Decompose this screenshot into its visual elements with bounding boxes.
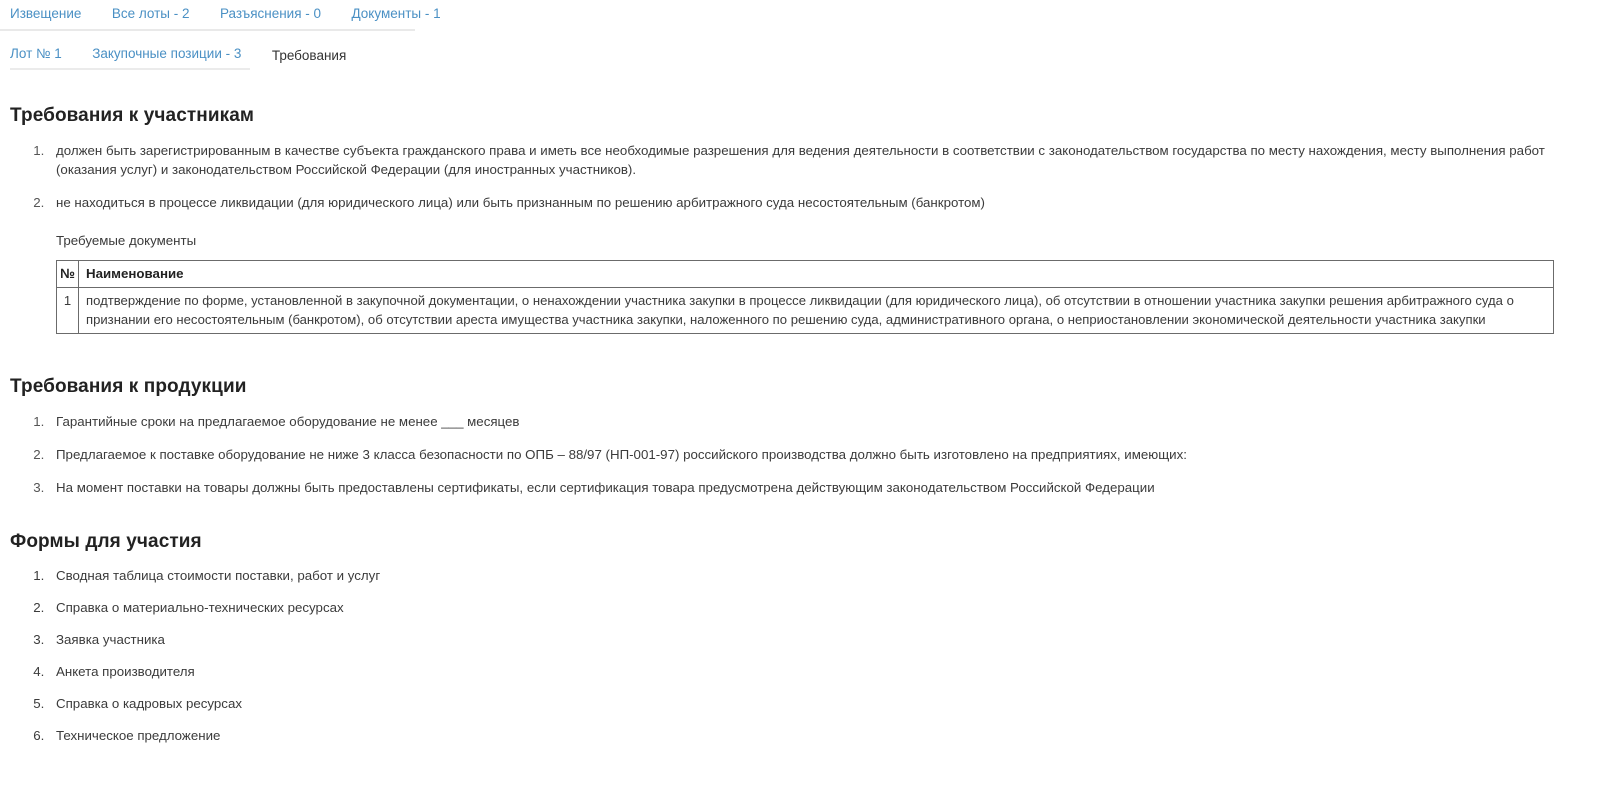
secondary-divider-line (10, 68, 250, 70)
primary-tabbar: Извещение Все лоты - 2 Разъяснения - 0 Д… (0, 0, 1600, 28)
required-documents-table-wrap: № Наименование 1 подтверждение по форме,… (56, 260, 1588, 334)
secondary-tabbar: Лот № 1 Закупочные позиции - 3 Требовани… (0, 31, 1600, 68)
list-item: Гарантийные сроки на предлагаемое оборуд… (48, 412, 1588, 431)
page-content: Требования к участникам должен быть заре… (0, 105, 1600, 745)
tab-lot-1[interactable]: Лот № 1 (10, 45, 62, 68)
product-requirements-list: Гарантийные сроки на предлагаемое оборуд… (10, 412, 1588, 497)
table-header-number: № (56, 260, 79, 288)
participants-requirements-list: должен быть зарегистрированным в качеств… (10, 141, 1588, 212)
tab-dokumenty[interactable]: Документы - 1 (352, 5, 441, 28)
tab-vse-loty[interactable]: Все лоты - 2 (112, 5, 190, 28)
tab-izveshchenie[interactable]: Извещение (10, 5, 81, 28)
tab-trebovaniya[interactable]: Требования (272, 47, 346, 68)
required-documents-label: Требуемые документы (56, 233, 197, 248)
list-item: Сводная таблица стоимости поставки, рабо… (48, 567, 1588, 585)
table-header-name: Наименование (78, 260, 1554, 288)
section-title-forms: Формы для участия (10, 531, 202, 552)
list-item: Справка о материально-технических ресурс… (48, 599, 1588, 617)
table-row: 1 подтверждение по форме, установленной … (56, 287, 1554, 334)
tab-zakupochnye-pozicii[interactable]: Закупочные позиции - 3 (92, 45, 241, 68)
participation-forms-list: Сводная таблица стоимости поставки, рабо… (10, 567, 1588, 745)
section-title-products: Требования к продукции (10, 376, 247, 397)
list-item: должен быть зарегистрированным в качеств… (48, 141, 1588, 179)
list-item: Анкета производителя (48, 663, 1588, 681)
list-item: не находиться в процессе ликвидации (для… (48, 193, 1588, 212)
section-title-participants: Требования к участникам (10, 105, 255, 126)
secondary-tabbar-divider (0, 68, 1600, 71)
requirements-page: Извещение Все лоты - 2 Разъяснения - 0 Д… (0, 0, 1600, 810)
table-cell-number: 1 (56, 287, 79, 334)
list-item: На момент поставки на товары должны быть… (48, 478, 1588, 497)
table-cell-name: подтверждение по форме, установленной в … (78, 287, 1554, 334)
required-documents-table: № Наименование 1 подтверждение по форме,… (56, 260, 1554, 334)
table-header-row: № Наименование (56, 260, 1554, 288)
list-item: Справка о кадровых ресурсах (48, 695, 1588, 713)
list-item: Техническое предложение (48, 727, 1588, 745)
tab-razyasneniya[interactable]: Разъяснения - 0 (220, 5, 321, 28)
list-item: Предлагаемое к поставке оборудование не … (48, 445, 1588, 464)
list-item: Заявка участника (48, 631, 1588, 649)
